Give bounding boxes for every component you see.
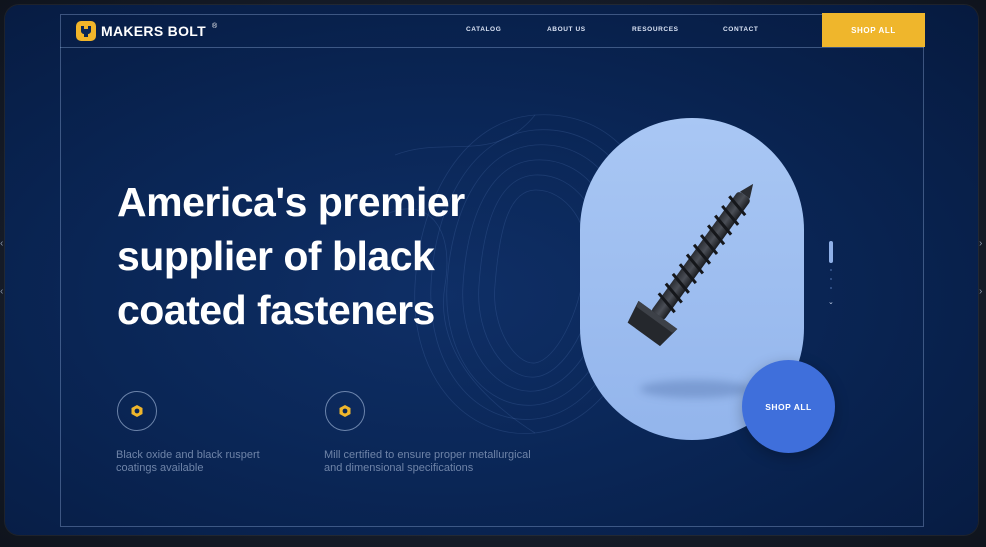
feature-text-certified: Mill certified to ensure proper metallur… xyxy=(324,449,584,475)
headline-line: America's premier xyxy=(117,179,465,225)
headline-line: coated fasteners xyxy=(117,287,435,333)
feature-text-line: Black oxide and black ruspert xyxy=(116,449,260,461)
feature-text-line: coatings available xyxy=(116,462,204,474)
right-edge-arrow-icon: › xyxy=(979,286,983,297)
shop-all-circle-button[interactable]: SHOP ALL xyxy=(742,360,835,453)
nav-link-resources[interactable]: RESOURCES xyxy=(632,26,679,33)
slide-dot-active[interactable] xyxy=(829,241,833,263)
hero-headline: America's premier supplier of black coat… xyxy=(117,175,577,337)
feature-icon-coatings xyxy=(117,391,157,431)
shop-all-nav-button[interactable]: SHOP ALL xyxy=(822,13,925,47)
left-edge-arrow-icon: ‹ xyxy=(0,286,4,297)
slide-dot[interactable] xyxy=(830,287,832,289)
hex-nut-icon xyxy=(131,405,143,417)
product-shadow xyxy=(640,380,750,398)
hex-nut-icon xyxy=(339,405,351,417)
slide-dot[interactable] xyxy=(830,269,832,271)
nav-link-catalog[interactable]: CATALOG xyxy=(466,26,501,33)
chevron-down-icon[interactable]: ⌄ xyxy=(828,298,834,306)
left-edge-arrow-icon: ‹ xyxy=(0,238,4,249)
top-navbar: MAKERS BOLT ® CATALOG ABOUT US RESOURCES… xyxy=(60,13,925,48)
feature-text-line: and dimensional specifications xyxy=(324,462,474,474)
feature-icon-certified xyxy=(325,391,365,431)
nav-link-about-us[interactable]: ABOUT US xyxy=(547,26,586,33)
hero-card: MAKERS BOLT ® CATALOG ABOUT US RESOURCES… xyxy=(5,5,978,535)
slide-dot[interactable] xyxy=(830,278,832,280)
right-edge-arrow-icon: › xyxy=(979,238,983,249)
nav-link-contact[interactable]: CONTACT xyxy=(723,26,759,33)
feature-text-line: Mill certified to ensure proper metallur… xyxy=(324,449,531,461)
slide-indicator: ⌄ xyxy=(828,241,834,311)
nav-links: CATALOG ABOUT US RESOURCES CONTACT xyxy=(60,14,924,47)
feature-text-coatings: Black oxide and black ruspert coatings a… xyxy=(116,449,356,475)
headline-line: supplier of black xyxy=(117,233,435,279)
